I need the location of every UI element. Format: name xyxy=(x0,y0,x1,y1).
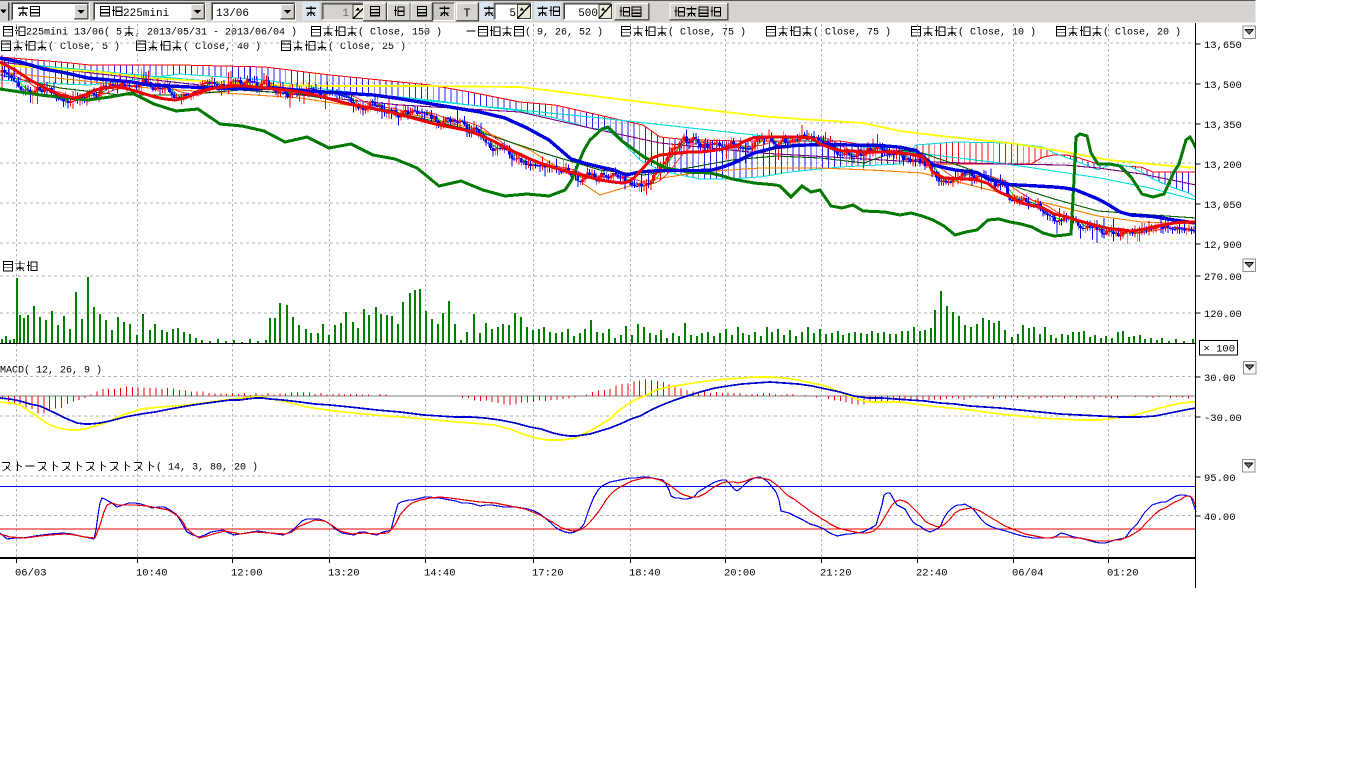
svg-text:225mini 13/06( 5: 225mini 13/06( 5 xyxy=(26,27,122,39)
svg-text:, 2013/05/31 - 2013/06/04 ): , 2013/05/31 - 2013/06/04 ) xyxy=(135,27,297,39)
svg-text:× 100: × 100 xyxy=(1204,344,1236,356)
svg-text:MACD( 12, 26, 9 ): MACD( 12, 26, 9 ) xyxy=(0,365,102,377)
svg-text:21:20: 21:20 xyxy=(820,568,852,580)
svg-text:12,900: 12,900 xyxy=(1204,240,1242,252)
svg-text:( 14, 3, 80, 20 ): ( 14, 3, 80, 20 ) xyxy=(156,462,258,474)
svg-text:( Close, 150 ): ( Close, 150 ) xyxy=(358,27,442,39)
svg-text:( Close, 10 ): ( Close, 10 ) xyxy=(958,27,1036,39)
svg-text:13,500: 13,500 xyxy=(1204,80,1242,92)
svg-text:13,350: 13,350 xyxy=(1204,120,1242,132)
svg-text:( Close, 75 ): ( Close, 75 ) xyxy=(813,27,891,39)
svg-text:1: 1 xyxy=(342,8,349,20)
svg-text:40.00: 40.00 xyxy=(1204,512,1236,524)
svg-text:18:40: 18:40 xyxy=(629,568,661,580)
svg-text:-30.00: -30.00 xyxy=(1204,413,1242,425)
svg-text:( Close, 75 ): ( Close, 75 ) xyxy=(668,27,746,39)
svg-text:01:20: 01:20 xyxy=(1107,568,1139,580)
svg-text:06/03: 06/03 xyxy=(15,568,47,580)
svg-text:225mini: 225mini xyxy=(123,8,170,20)
svg-text:13,650: 13,650 xyxy=(1204,40,1242,52)
svg-text:270.00: 270.00 xyxy=(1204,272,1242,284)
svg-text:12:00: 12:00 xyxy=(231,568,263,580)
svg-text:22:40: 22:40 xyxy=(916,568,948,580)
svg-text:13:20: 13:20 xyxy=(328,568,360,580)
svg-text:T: T xyxy=(463,7,470,21)
svg-text:13,200: 13,200 xyxy=(1204,160,1242,172)
svg-text:13/06: 13/06 xyxy=(216,8,249,20)
svg-text:14:40: 14:40 xyxy=(424,568,456,580)
svg-text:95.00: 95.00 xyxy=(1204,473,1236,485)
svg-text:20:00: 20:00 xyxy=(724,568,756,580)
svg-text:( Close, 20 ): ( Close, 20 ) xyxy=(1103,27,1181,39)
svg-text:13,050: 13,050 xyxy=(1204,200,1242,212)
svg-text:500: 500 xyxy=(578,8,598,20)
svg-text:120.00: 120.00 xyxy=(1204,309,1242,321)
svg-text:10:40: 10:40 xyxy=(136,568,168,580)
svg-text:( 9, 26, 52 ): ( 9, 26, 52 ) xyxy=(525,27,603,39)
svg-text:17:20: 17:20 xyxy=(532,568,564,580)
svg-text:30.00: 30.00 xyxy=(1204,373,1236,385)
svg-text:5: 5 xyxy=(509,8,516,20)
svg-text:06/04: 06/04 xyxy=(1012,568,1044,580)
